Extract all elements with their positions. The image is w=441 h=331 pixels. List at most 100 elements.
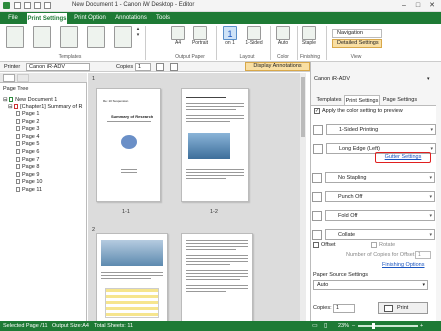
gutter-settings-link[interactable]: Gutter Settings <box>375 152 431 163</box>
template-2-button[interactable] <box>33 26 51 48</box>
tree-page-item[interactable]: Page 6 <box>16 149 39 156</box>
orientation-button[interactable]: Portrait <box>186 26 214 46</box>
apply-color-checkbox[interactable]: ✓ <box>314 108 320 114</box>
template-3-button[interactable] <box>60 26 78 48</box>
status-bar: Selected Page /11 Output Size:A4 Total S… <box>0 321 441 331</box>
templates-scroll-button[interactable]: ▴ ▾ <box>134 26 142 38</box>
bottom-copies-input[interactable]: 1 <box>333 304 355 313</box>
page-icon <box>16 111 20 117</box>
tab-tools[interactable]: Tools <box>152 12 174 24</box>
tree-page-item[interactable]: Page 7 <box>16 157 39 164</box>
print-icon[interactable] <box>170 63 178 71</box>
close-button[interactable]: ✕ <box>425 1 439 11</box>
window-title: New Document 1 - Canon iW Desktop - Edit… <box>72 2 195 8</box>
collate-select[interactable]: Collate ▾ <box>312 229 435 240</box>
print-button[interactable]: Print <box>378 302 428 314</box>
tree-page-item[interactable]: Page 10 <box>16 179 43 186</box>
staple-button[interactable]: Staple <box>298 26 320 46</box>
tree-document[interactable]: ⊟ New Document 1 <box>3 97 57 104</box>
page-icon <box>16 171 20 177</box>
minimize-button[interactable]: – <box>397 1 411 11</box>
bookmark-tab-icon[interactable] <box>17 74 29 82</box>
ribbon-separator <box>326 26 327 60</box>
finishing-options-link[interactable]: Finishing Options <box>382 260 425 270</box>
tree-page-item[interactable]: Page 5 <box>16 141 39 148</box>
printer-properties-icon[interactable] <box>156 63 164 71</box>
printer-toolbar: Printer Canon iR-ADV Copies 1 Display An… <box>0 62 310 72</box>
output-paper-group-label: Output Paper <box>175 54 205 60</box>
zoom-in-button[interactable]: + <box>420 321 423 331</box>
zoom-out-button[interactable]: – <box>352 321 355 331</box>
chapter-icon <box>14 104 19 110</box>
printer-dropdown-arrow[interactable]: ▾ <box>427 76 430 82</box>
template-5-button[interactable] <box>114 26 132 48</box>
table-image <box>105 288 159 318</box>
copies-input[interactable]: 1 <box>135 63 151 71</box>
redo-icon[interactable] <box>44 2 51 9</box>
tree-page-item[interactable]: Page 8 <box>16 164 39 171</box>
rotate-label: Rotate <box>379 242 396 248</box>
template-4-button[interactable] <box>87 26 105 48</box>
template-1-button[interactable] <box>6 26 24 48</box>
tree-page-item[interactable]: Page 3 <box>16 126 39 133</box>
zoom-slider-thumb[interactable] <box>372 323 375 329</box>
color-group-label: Color <box>277 54 289 60</box>
page-icon <box>16 118 20 124</box>
tree-page-item[interactable]: Page 9 <box>16 172 39 179</box>
template-icon <box>6 26 24 48</box>
paper-size-button[interactable]: A4 <box>168 26 188 46</box>
zoom-level: 23% <box>338 323 350 329</box>
sided-icon <box>247 26 261 40</box>
fold-select[interactable]: Fold Off ▾ <box>312 210 435 221</box>
page-thumbnail-1[interactable]: Re: 10 Suspension Summary of Research <box>96 88 161 202</box>
punch-select[interactable]: Punch Off ▾ <box>312 191 435 202</box>
template-icon <box>60 26 78 48</box>
ribbon-separator <box>145 26 146 60</box>
detailed-settings-button[interactable]: Detailed Settings <box>332 39 382 48</box>
pages-per-sheet-button[interactable]: 1 on 1 <box>220 26 240 46</box>
preview-scrollbar[interactable] <box>300 73 306 321</box>
undo-icon[interactable] <box>34 2 41 9</box>
page-thumbnail-4[interactable] <box>181 233 253 321</box>
offset-checkbox[interactable] <box>313 242 319 248</box>
page-thumbnail-3[interactable] <box>96 233 168 321</box>
color-mode-button[interactable]: Auto <box>273 26 293 46</box>
zoom-slider[interactable] <box>358 325 418 327</box>
display-annotations-button[interactable]: Display Annotations <box>245 62 310 71</box>
page-icon <box>16 187 20 193</box>
page-icon <box>16 133 20 139</box>
stapling-select[interactable]: No Stapling ▾ <box>312 172 435 183</box>
right-printer-label: Canon iR-ADV <box>314 76 351 82</box>
ribbon-tabs: File Print Settings Print Option Annotat… <box>0 12 441 24</box>
open-icon[interactable] <box>24 2 31 9</box>
tree-page-item[interactable]: Page 2 <box>16 119 39 126</box>
page-tree-tab-icon[interactable] <box>3 74 15 82</box>
tab-page-settings[interactable]: Page Settings <box>381 95 419 105</box>
page-thumbnail-2[interactable] <box>181 88 249 202</box>
paper-source-select[interactable]: Auto ▾ <box>313 280 428 290</box>
printer-select[interactable]: Canon iR-ADV <box>26 63 90 71</box>
photo-image <box>188 133 230 159</box>
tab-print-settings[interactable]: Print Settings <box>26 12 68 24</box>
scrollbar-thumb[interactable] <box>301 77 305 137</box>
maximize-button[interactable]: □ <box>411 1 425 11</box>
save-icon[interactable] <box>14 2 21 9</box>
tree-page-item[interactable]: Page 4 <box>16 134 39 141</box>
navigation-button[interactable]: Navigation <box>332 29 382 38</box>
tab-print-settings-pane[interactable]: Print Settings <box>344 95 380 105</box>
tree-page-item[interactable]: Page 11 <box>16 187 42 194</box>
copies-offset-input[interactable]: 1 <box>415 251 431 259</box>
tab-annotations[interactable]: Annotations <box>112 12 150 24</box>
tab-file[interactable]: File <box>2 12 24 24</box>
tab-templates[interactable]: Templates <box>314 95 344 105</box>
tree-chapter[interactable]: ⊟ [Chapter1] Summary of R <box>8 104 83 111</box>
sided-printing-select[interactable]: 1-Sided Printing ▾ <box>313 124 436 135</box>
tab-print-option[interactable]: Print Option <box>70 12 110 24</box>
page-preview-area[interactable]: 1 Re: 10 Suspension Summary of Research … <box>88 73 306 321</box>
sided-button[interactable]: 1-Sided <box>241 26 267 46</box>
fit-page-icon[interactable]: ▭ <box>312 321 320 331</box>
templates-group-label: Templates <box>58 54 82 60</box>
fit-width-icon[interactable]: ▯ <box>324 321 332 331</box>
rotate-checkbox[interactable] <box>371 242 377 248</box>
tree-page-item[interactable]: Page 1 <box>16 111 39 118</box>
